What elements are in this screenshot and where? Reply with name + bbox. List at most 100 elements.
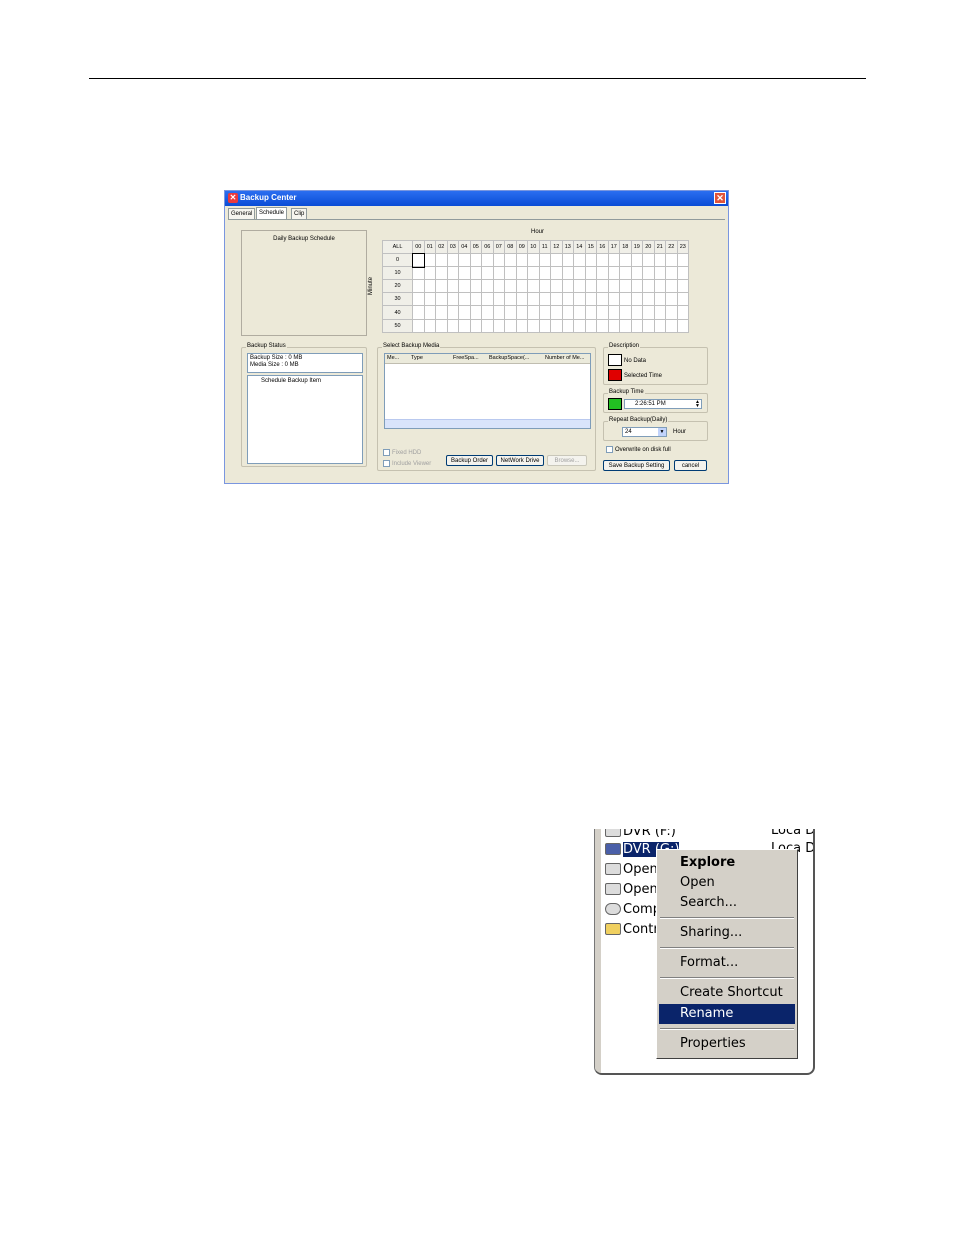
drive-item-f[interactable]: DVR (F:) [605, 829, 676, 840]
grid-all-header[interactable]: ALL [382, 239, 413, 255]
grid-cell[interactable] [596, 292, 609, 307]
grid-cell[interactable] [653, 305, 666, 320]
grid-cell[interactable] [412, 279, 425, 294]
grid-hour-header[interactable]: 08 [504, 239, 517, 255]
grid-cell[interactable] [458, 292, 471, 307]
grid-cell[interactable] [435, 318, 448, 333]
col-media[interactable]: Me... [387, 355, 399, 361]
grid-hour-header[interactable]: 18 [619, 239, 632, 255]
grid-hour-header[interactable]: 16 [596, 239, 609, 255]
grid-cell[interactable] [619, 266, 632, 281]
tab-schedule[interactable]: Schedule [256, 207, 288, 219]
save-backup-button[interactable]: Save Backup Setting [603, 460, 670, 471]
backup-time-input[interactable]: 2:26:51 PM ▲ ▼ [624, 399, 702, 409]
grid-minute-header[interactable]: 20 [382, 279, 413, 294]
grid-cell[interactable] [642, 266, 655, 281]
grid-cell[interactable] [515, 292, 528, 307]
grid-cell[interactable] [653, 266, 666, 281]
backup-order-button[interactable]: Backup Order [446, 455, 493, 466]
grid-cell[interactable] [504, 279, 517, 294]
grid-cell[interactable] [676, 266, 689, 281]
grid-cell[interactable] [504, 305, 517, 320]
schedule-item-tree[interactable]: Schedule Backup Item [247, 375, 363, 464]
grid-cell[interactable] [423, 266, 436, 281]
menu-open[interactable]: Open [659, 873, 795, 893]
grid-cell[interactable] [446, 266, 459, 281]
grid-cell[interactable] [561, 305, 574, 320]
grid-cell[interactable] [619, 318, 632, 333]
grid-cell[interactable] [515, 279, 528, 294]
menu-sharing[interactable]: Sharing... [659, 923, 795, 943]
grid-cell[interactable] [607, 279, 620, 294]
grid-cell[interactable] [515, 266, 528, 281]
grid-cell[interactable] [481, 266, 494, 281]
grid-cell[interactable] [550, 279, 563, 294]
menu-format[interactable]: Format... [659, 953, 795, 973]
grid-cell[interactable] [527, 292, 540, 307]
grid-cell[interactable] [630, 253, 643, 268]
grid-cell[interactable] [423, 292, 436, 307]
repeat-select[interactable]: 24 ▼ [622, 427, 667, 437]
grid-cell[interactable] [573, 305, 586, 320]
grid-minute-header[interactable]: 50 [382, 318, 413, 333]
grid-hour-header[interactable]: 06 [481, 239, 494, 255]
grid-hour-header[interactable]: 10 [527, 239, 540, 255]
grid-cell[interactable] [446, 305, 459, 320]
grid-cell[interactable] [469, 318, 482, 333]
grid-cell[interactable] [573, 279, 586, 294]
grid-cell[interactable] [515, 318, 528, 333]
grid-cell[interactable] [492, 266, 505, 281]
grid-cell[interactable] [469, 253, 482, 268]
grid-cell[interactable] [481, 253, 494, 268]
grid-cell[interactable] [561, 292, 574, 307]
grid-minute-header[interactable]: 10 [382, 266, 413, 281]
grid-cell[interactable] [676, 292, 689, 307]
grid-hour-header[interactable]: 11 [538, 239, 551, 255]
menu-explore[interactable]: Explore [659, 853, 795, 873]
grid-cell[interactable] [561, 318, 574, 333]
grid-cell[interactable] [492, 318, 505, 333]
grid-cell[interactable] [504, 253, 517, 268]
grid-cell[interactable] [596, 318, 609, 333]
grid-cell[interactable] [435, 292, 448, 307]
close-icon[interactable]: ✕ [714, 192, 726, 204]
grid-cell[interactable] [642, 292, 655, 307]
grid-cell[interactable] [412, 305, 425, 320]
grid-cell[interactable] [504, 266, 517, 281]
grid-hour-header[interactable]: 12 [550, 239, 563, 255]
grid-cell[interactable] [607, 266, 620, 281]
grid-cell[interactable] [573, 292, 586, 307]
overwrite-checkbox[interactable]: Overwrite on disk full [606, 446, 671, 453]
grid-cell[interactable] [607, 305, 620, 320]
schedule-grid[interactable]: ALL 00 01 02 03 04 05 06 07 08 09 10 11 12 13 14 15 16 17 1… [382, 239, 689, 333]
grid-cell[interactable] [596, 266, 609, 281]
grid-cell[interactable] [550, 318, 563, 333]
grid-cell[interactable] [550, 266, 563, 281]
grid-cell[interactable] [665, 318, 678, 333]
grid-cell[interactable] [630, 292, 643, 307]
grid-cell[interactable] [665, 279, 678, 294]
grid-hour-header[interactable]: 22 [665, 239, 678, 255]
grid-cell[interactable] [607, 318, 620, 333]
grid-cell[interactable] [458, 318, 471, 333]
grid-cell[interactable] [481, 305, 494, 320]
grid-cell[interactable] [538, 279, 551, 294]
grid-cell[interactable] [435, 266, 448, 281]
menu-rename[interactable]: Rename [659, 1004, 795, 1024]
grid-cell[interactable] [446, 253, 459, 268]
grid-hour-header[interactable]: 04 [458, 239, 471, 255]
menu-search[interactable]: Search... [659, 893, 795, 913]
grid-cell[interactable] [642, 305, 655, 320]
grid-cell[interactable] [446, 292, 459, 307]
grid-hour-header[interactable]: 15 [584, 239, 597, 255]
grid-cell[interactable] [550, 253, 563, 268]
network-item-2[interactable]: Open [605, 881, 658, 898]
grid-cell[interactable] [596, 305, 609, 320]
grid-cell[interactable] [584, 279, 597, 294]
grid-cell[interactable] [653, 253, 666, 268]
grid-cell[interactable] [538, 292, 551, 307]
grid-cell[interactable] [665, 253, 678, 268]
network-drive-button[interactable]: NetWork Drive [496, 455, 544, 466]
grid-cell[interactable] [607, 292, 620, 307]
grid-cell[interactable] [481, 292, 494, 307]
